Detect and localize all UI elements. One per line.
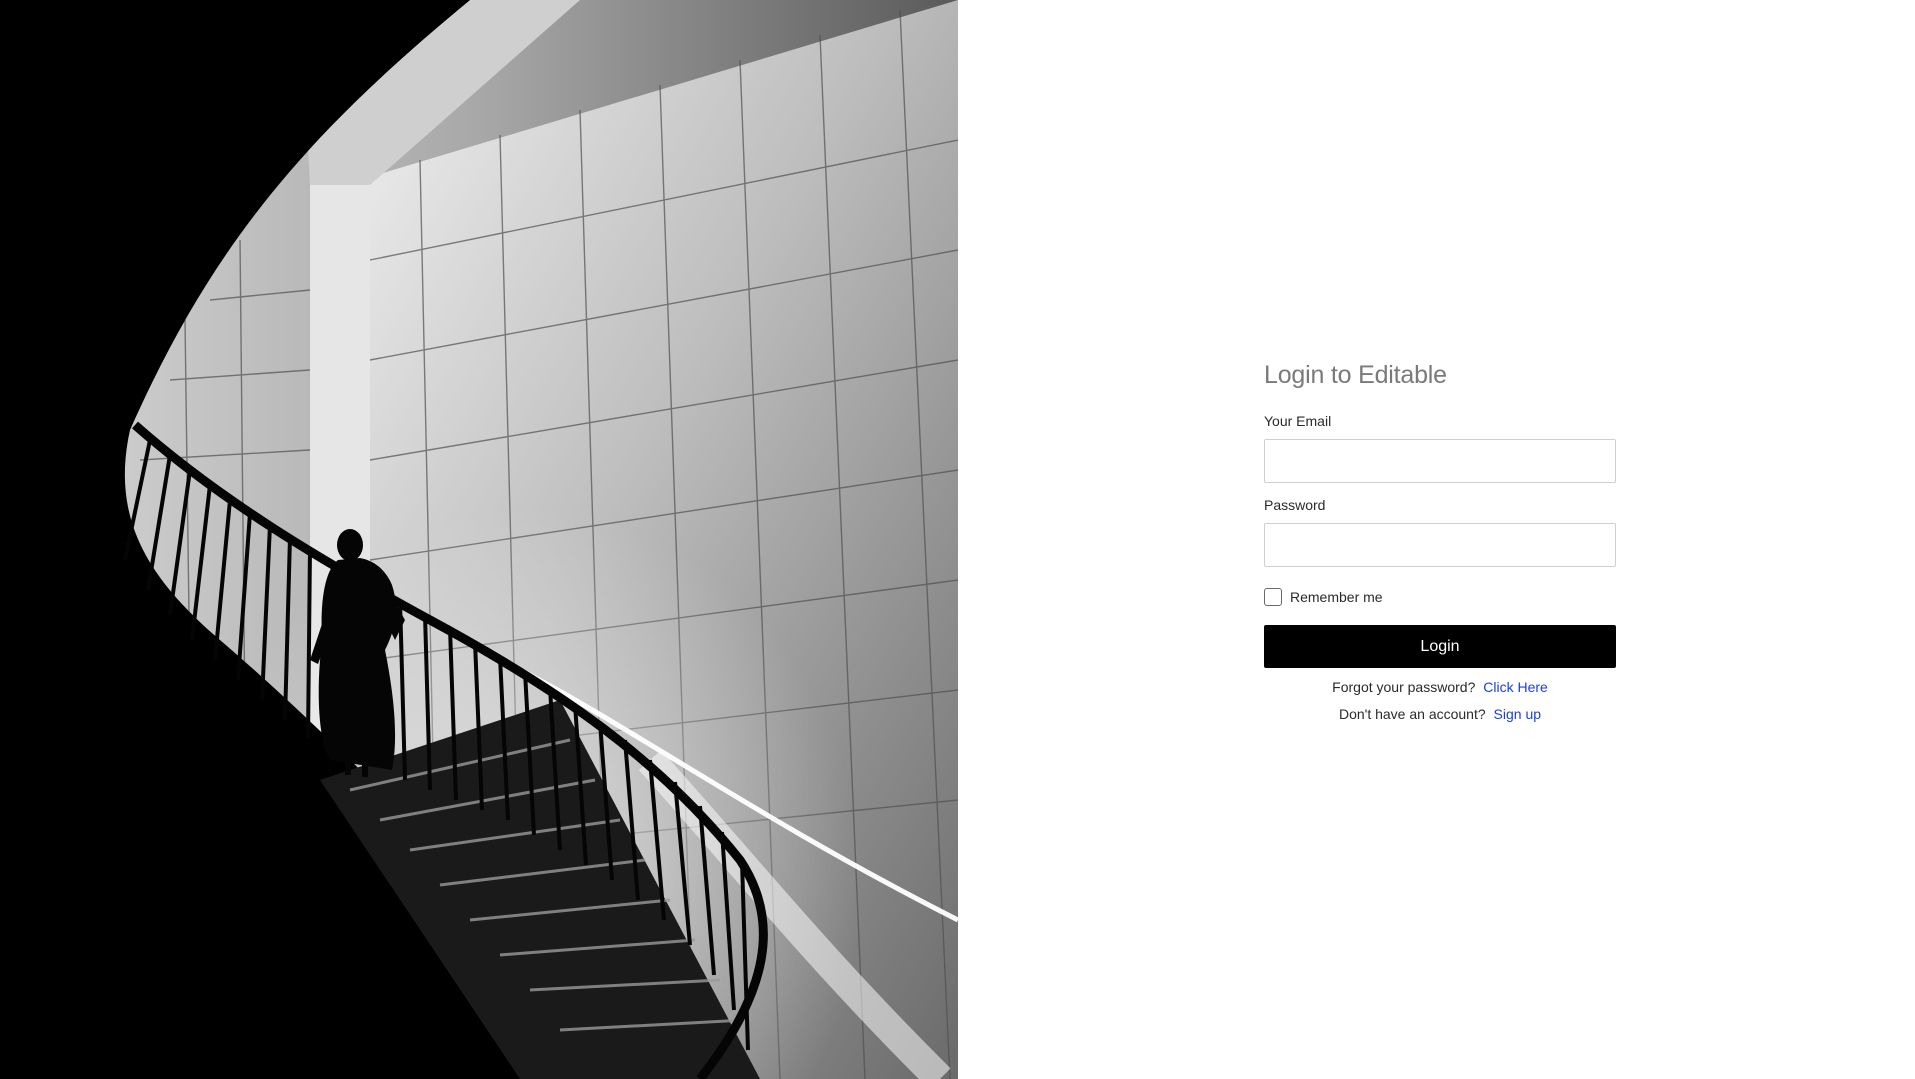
- login-button[interactable]: Login: [1264, 625, 1616, 668]
- login-title: Login to Editable: [1264, 361, 1447, 389]
- forgot-password-text: Forgot your password?: [1332, 679, 1476, 695]
- forgot-password-link[interactable]: Click Here: [1483, 679, 1548, 695]
- remember-me-label: Remember me: [1290, 589, 1383, 605]
- email-label: Your Email: [1264, 413, 1332, 429]
- login-panel: Login to Editable Your Email Password Re…: [958, 0, 1915, 1079]
- signup-text: Don't have an account?: [1338, 706, 1486, 722]
- login-form: Login to Editable Your Email Password Re…: [1264, 358, 1616, 723]
- password-field[interactable]: [1264, 523, 1616, 567]
- remember-me-checkbox[interactable]: [1264, 588, 1282, 606]
- email-field[interactable]: [1264, 439, 1616, 483]
- remember-me-row: Remember me: [1264, 587, 1616, 607]
- signup-link[interactable]: Sign up: [1494, 706, 1541, 722]
- login-page: Login to Editable Your Email Password Re…: [0, 0, 1915, 1079]
- password-label: Password: [1264, 497, 1326, 513]
- signup-row: Don't have an account? Sign up: [1264, 705, 1616, 723]
- staircase-photo: [0, 0, 958, 1079]
- forgot-password-row: Forgot your password? Click Here: [1264, 678, 1616, 696]
- staircase-illustration: [0, 0, 958, 1079]
